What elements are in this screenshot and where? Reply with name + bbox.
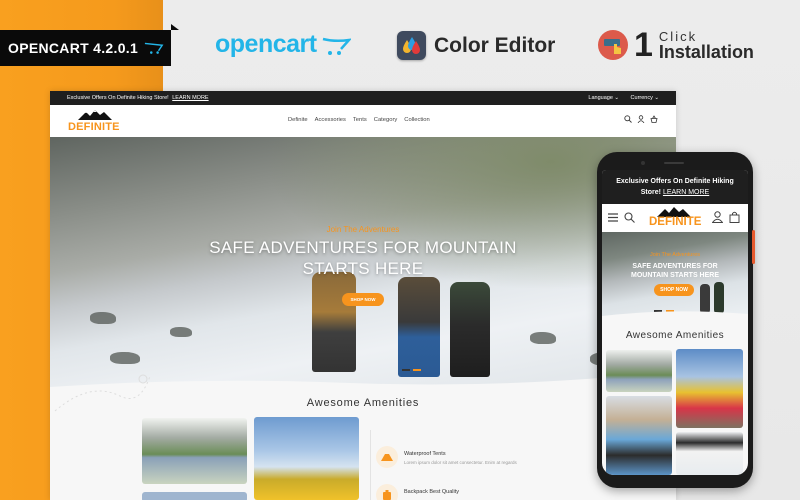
tent-icon	[376, 446, 398, 468]
search-icon[interactable]	[624, 212, 635, 223]
language-dropdown[interactable]: Language ⌄	[588, 95, 619, 101]
feature-backpack: Backpack Best Quality	[376, 484, 459, 500]
cart-icon	[144, 42, 164, 54]
nav-item-accessories[interactable]: Accessories	[315, 117, 346, 123]
version-label: OPENCART 4.2.0.1	[8, 40, 139, 56]
opencart-logo: opencart	[215, 30, 351, 59]
version-badge: OPENCART 4.2.0.1	[0, 24, 179, 66]
mobile-tents-image	[606, 350, 672, 392]
mobile-offer-line1: Exclusive Offers On Definite Hiking	[616, 178, 734, 185]
mobile-preview: Exclusive Offers On Definite Hiking Stor…	[597, 152, 755, 488]
hero-banner: Join The Adventures SAFE ADVENTURES FOR …	[50, 137, 676, 387]
opencart-wordmark: opencart	[215, 30, 317, 58]
main-nav: Definite Accessories Tents Category Coll…	[288, 117, 430, 123]
hero-subtitle: Join The Adventures	[326, 225, 400, 234]
phone-speaker	[664, 162, 684, 164]
color-editor-feature: Color Editor	[397, 31, 555, 60]
hero-title-line2: STARTS HERE	[302, 259, 424, 278]
user-icon[interactable]	[712, 211, 723, 223]
mobile-hero-title-line2: MOUNTAIN STARTS HERE	[630, 272, 720, 279]
mobile-offer-line2: Store!	[640, 189, 661, 196]
mobile-brand-logo[interactable]: DEFINITE	[647, 207, 703, 229]
site-header: DEFINITE Definite Accessories Tents Cate…	[50, 105, 676, 137]
mobile-hero-title-line1: SAFE ADVENTURES FOR	[632, 263, 718, 270]
desktop-preview: Exclusive Offers On Definite Hiking Stor…	[50, 91, 676, 500]
backpack-icon	[376, 484, 398, 500]
mobile-amenities-title: Awesome Amenities	[625, 330, 725, 341]
mobile-brand-name: DEFINITE	[649, 216, 702, 228]
mobile-learn-more-link[interactable]: LEARN MORE	[663, 189, 709, 196]
user-icon[interactable]	[637, 115, 645, 123]
color-editor-label: Color Editor	[434, 33, 556, 57]
tents-image	[142, 418, 247, 484]
brand-name: DEFINITE	[68, 121, 120, 133]
basket-icon[interactable]	[650, 115, 658, 123]
slider-dot[interactable]	[402, 369, 410, 371]
phone-camera	[641, 161, 645, 165]
mobile-offer-bar: Exclusive Offers On Definite Hiking Stor…	[602, 170, 748, 204]
offer-text: Exclusive Offers On Definite Hiking Stor…	[67, 95, 169, 101]
one-click-number: 1	[634, 26, 653, 64]
hero-title: SAFE ADVENTURES FOR MOUNTAIN STARTS HERE	[50, 237, 676, 279]
feature-waterproof-tents: Waterproof Tents Lorem ipsum dolor sit a…	[376, 446, 517, 468]
feature-title: Waterproof Tents	[404, 451, 446, 457]
mobile-trekking-poles-image	[676, 432, 743, 475]
amenities-title: Awesome Amenities	[306, 397, 420, 409]
feature-title: Backpack Best Quality	[404, 489, 460, 495]
opencart-cart-icon	[322, 37, 351, 55]
phone-side-button	[752, 230, 755, 264]
mobile-hero-title: SAFE ADVENTURES FOR MOUNTAIN STARTS HERE	[602, 262, 748, 280]
click-label: Click	[658, 28, 698, 44]
nav-item-category[interactable]: Category	[374, 117, 398, 123]
mobile-header: DEFINITE	[602, 204, 748, 232]
shopping-bag-icon[interactable]	[729, 211, 740, 223]
slider-dot-active[interactable]	[413, 369, 421, 371]
hiker-figure	[450, 282, 490, 377]
mobile-hero-wave	[602, 311, 748, 320]
shop-now-button[interactable]: SHOP NOW	[342, 293, 384, 306]
hiker-figure	[398, 277, 440, 377]
learn-more-link[interactable]: LEARN MORE	[172, 95, 208, 101]
hamburger-menu-icon[interactable]	[608, 213, 618, 222]
nav-item-definite[interactable]: Definite	[288, 117, 308, 123]
hiker-sitting-image	[254, 417, 359, 500]
nav-item-collection[interactable]: Collection	[404, 117, 429, 123]
installation-label: Installation	[658, 41, 754, 62]
click-hand-icon	[598, 30, 628, 60]
amenity-image-bottom	[142, 492, 247, 500]
offer-topbar: Exclusive Offers On Definite Hiking Stor…	[50, 91, 676, 105]
amenities-divider	[370, 430, 371, 500]
phone-screen: Exclusive Offers On Definite Hiking Stor…	[602, 170, 748, 475]
mobile-shop-now-button[interactable]: SHOP NOW	[654, 284, 694, 296]
brand-logo[interactable]: DEFINITE	[68, 109, 120, 133]
color-drops-icon	[397, 31, 426, 60]
currency-dropdown[interactable]: Currency ⌄	[631, 95, 659, 101]
mobile-woman-jacket-image	[606, 396, 672, 475]
mobile-hiker-sitting-image	[676, 349, 743, 428]
mountain-logo-icon	[78, 110, 112, 120]
mobile-hero-subtitle: Join The Adventures	[649, 252, 701, 258]
feature-desc: Lorem ipsum dolor sit amet consectetur. …	[404, 460, 517, 465]
map-route-decoration	[54, 374, 151, 412]
hiker-figure	[312, 272, 356, 372]
hero-title-line1: SAFE ADVENTURES FOR MOUNTAIN	[209, 238, 517, 257]
slider-dots	[402, 369, 421, 371]
search-icon[interactable]	[624, 115, 632, 123]
nav-item-tents[interactable]: Tents	[353, 117, 367, 123]
one-click-installation: 1 Click Installation	[598, 28, 754, 62]
mobile-hero: Join The Adventures SAFE ADVENTURES FOR …	[602, 232, 748, 320]
